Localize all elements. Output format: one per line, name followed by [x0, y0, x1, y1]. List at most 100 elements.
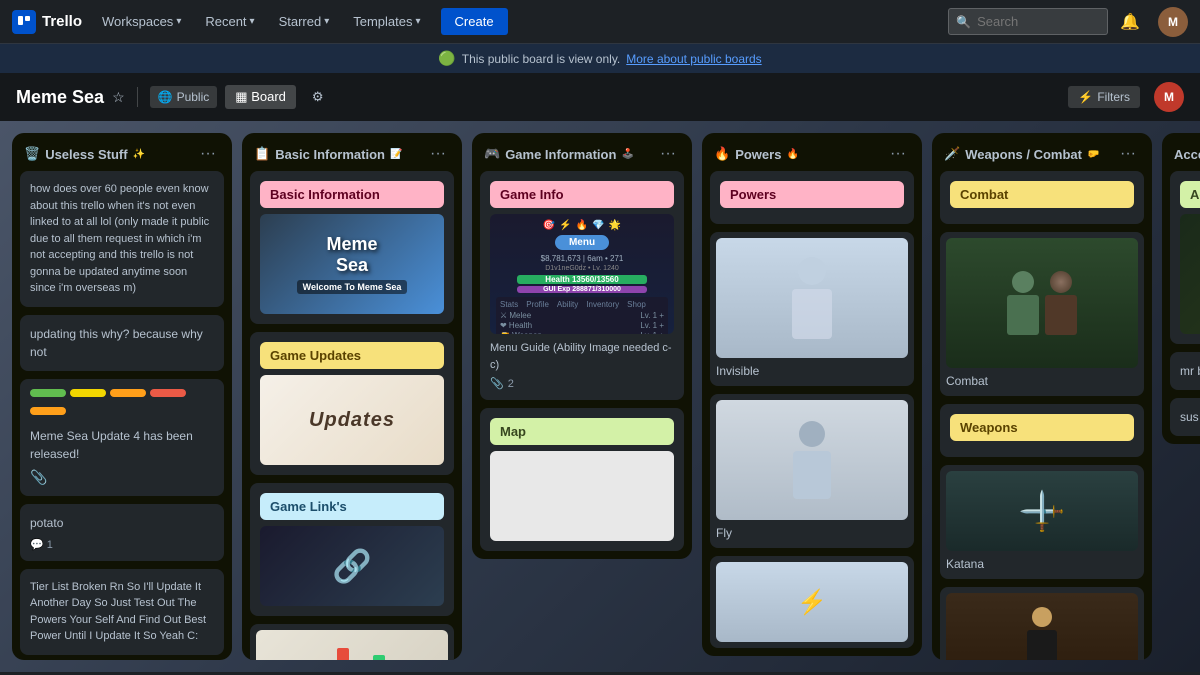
- public-boards-link[interactable]: More about public boards: [626, 52, 761, 66]
- card-game-updates[interactable]: Game Updates Updates: [250, 332, 454, 475]
- col-cards-weapons: Combat Combat: [932, 171, 1152, 660]
- col-cards-useless: how does over 60 people even know about …: [12, 171, 232, 660]
- card-accessories[interactable]: Accessories 👑 🎩: [1170, 171, 1200, 344]
- label-green: [30, 389, 66, 397]
- label-red: [150, 389, 186, 397]
- card-potato[interactable]: potato 💬 1: [20, 504, 224, 561]
- card-power3[interactable]: ⚡: [710, 556, 914, 648]
- board-title: Meme Sea: [16, 87, 104, 108]
- card-header-label: Powers: [720, 181, 904, 208]
- col-title-game: 🎮 Game Information 🕹️: [484, 146, 656, 162]
- card-basic-info[interactable]: Basic Information MemeSea Welcome To Mem…: [250, 171, 454, 324]
- col-header-weapons: 🗡️ Weapons / Combat 🤛 ···: [932, 133, 1152, 171]
- game-info-image: 🎯 ⚡ 🔥 💎 🌟 Menu $8,781,673 | 6am • 271 D1…: [490, 214, 674, 334]
- customize-button[interactable]: ⚙: [304, 85, 332, 109]
- col-header-game: 🎮 Game Information 🕹️ ···: [472, 133, 692, 171]
- sword-emoji: ⚔️: [1018, 487, 1066, 535]
- search-wrapper: 🔍: [948, 8, 1108, 35]
- controller-icon: 🎮: [484, 146, 500, 162]
- column-game-info: 🎮 Game Information 🕹️ ··· Game Info 🎯 ⚡ …: [472, 133, 692, 559]
- gui-bar: GUI Exp 288871/310000: [517, 286, 647, 293]
- label-yellow: [70, 389, 106, 397]
- chevron-down-icon: ▾: [250, 16, 255, 27]
- card-game-info[interactable]: Game Info 🎯 ⚡ 🔥 💎 🌟 Menu $8,781,673 | 6a…: [480, 171, 684, 400]
- health-bar: Health 13560/13560: [517, 275, 647, 284]
- search-input[interactable]: [948, 8, 1108, 35]
- notice-text: This public board is view only.: [462, 52, 621, 66]
- col-title-accessories: Accessories: [1174, 147, 1200, 162]
- column-useless-stuff: 🗑️ Useless Stuff ✨ ··· how does over 60 …: [12, 133, 232, 660]
- starred-button[interactable]: Starred ▾: [271, 10, 338, 33]
- card-tier-list[interactable]: Tier List Broken Rn So I'll Update It An…: [20, 569, 224, 655]
- card-long-text[interactable]: how does over 60 people even know about …: [20, 171, 224, 307]
- col-menu-button[interactable]: ···: [426, 143, 450, 165]
- card-updating[interactable]: updating this why? because why not: [20, 315, 224, 371]
- game-icon-2: ⚡: [559, 220, 571, 231]
- board-view-button[interactable]: ▦ Board: [225, 85, 296, 109]
- invisible-image: [716, 238, 908, 358]
- card-combat[interactable]: Combat: [940, 232, 1144, 396]
- col-menu-button[interactable]: ···: [886, 143, 910, 165]
- public-notice-bar: 🟢 This public board is view only. More a…: [0, 44, 1200, 73]
- card-weapons-header[interactable]: Weapons: [940, 404, 1144, 457]
- col-header-basic: 📋 Basic Information 📝 ···: [242, 133, 462, 171]
- col-menu-button[interactable]: ···: [196, 143, 220, 165]
- clipboard-icon: 📋: [254, 146, 270, 162]
- card-sus-pals[interactable]: sus pals (10%): [1170, 398, 1200, 436]
- recent-button[interactable]: Recent ▾: [197, 10, 262, 33]
- star-button[interactable]: ☆: [112, 89, 125, 106]
- column-weapons: 🗡️ Weapons / Combat 🤛 ··· Combat: [932, 133, 1152, 660]
- col-title-basic: 📋 Basic Information 📝: [254, 146, 426, 162]
- game-icon-5: 🌟: [609, 220, 621, 231]
- card-mr-beast[interactable]: mr beast (5%): [1170, 352, 1200, 390]
- col-cards-game: Game Info 🎯 ⚡ 🔥 💎 🌟 Menu $8,781,673 | 6a…: [472, 171, 692, 559]
- card-combat-header[interactable]: Combat: [940, 171, 1144, 224]
- col-title-weapons: 🗡️ Weapons / Combat 🤛: [944, 146, 1116, 162]
- fire-icon: 🔥: [714, 146, 730, 162]
- col-cards-accessories: Accessories 👑 🎩 mr beast (5%) sus pals (…: [1162, 171, 1200, 444]
- card-header-label: Basic Information: [260, 181, 444, 208]
- column-accessories: Accessories ··· Accessories 👑 🎩 mr beast…: [1162, 133, 1200, 444]
- card-header-label: Accessories: [1180, 181, 1200, 208]
- trello-wordmark: Trello: [42, 13, 82, 30]
- meme-sea-image: MemeSea Welcome To Meme Sea: [260, 214, 444, 314]
- create-button[interactable]: Create: [441, 8, 508, 35]
- workspaces-button[interactable]: Workspaces ▾: [94, 10, 189, 33]
- comment-count: 💬 1: [30, 538, 53, 551]
- card-fly[interactable]: Fly: [710, 394, 914, 548]
- col-menu-button[interactable]: ···: [1116, 143, 1140, 165]
- chevron-down-icon: ▾: [324, 16, 329, 27]
- card-game-links[interactable]: Game Link's 🔗: [250, 483, 454, 616]
- card-update4[interactable]: Meme Sea Update 4 has been released! 📎: [20, 379, 224, 496]
- controller2-icon: 🕹️: [621, 149, 633, 160]
- attachment-count: 2: [508, 378, 514, 390]
- col-cards-powers: Powers Invisible: [702, 171, 922, 656]
- filter-icon: ⚡: [1078, 90, 1093, 104]
- menu-pill: Menu: [555, 235, 609, 250]
- power3-image: ⚡: [716, 562, 908, 642]
- fire2-icon: 🔥: [786, 149, 798, 160]
- templates-button[interactable]: Templates ▾: [345, 10, 428, 33]
- card-powers-header[interactable]: Powers: [710, 171, 914, 224]
- visibility-button[interactable]: 🌐 Public: [150, 86, 218, 108]
- fist-icon: 🤛: [1087, 149, 1099, 160]
- card-invisible[interactable]: Invisible: [710, 232, 914, 386]
- card-hanger[interactable]: Hanger: [940, 587, 1144, 660]
- filters-button[interactable]: ⚡ Filters: [1068, 86, 1140, 108]
- card-katana[interactable]: ⚔️ Katana: [940, 465, 1144, 579]
- card-map-img[interactable]: [250, 624, 454, 660]
- chain-icon: 🔗: [332, 547, 372, 585]
- card-attachments: 📎 2: [490, 377, 674, 390]
- trash-icon: 🗑️: [24, 146, 40, 162]
- card-header-label: Game Updates: [260, 342, 444, 369]
- col-menu-button[interactable]: ···: [656, 143, 680, 165]
- board-header: Meme Sea ☆ 🌐 Public ▦ Board ⚙ ⚡ Filters …: [0, 73, 1200, 121]
- label-row: [30, 389, 214, 421]
- card-map[interactable]: Map: [480, 408, 684, 551]
- game-icon-3: 🔥: [576, 220, 588, 231]
- accessories-image: 👑 🎩: [1180, 214, 1200, 334]
- board-icon: ▦: [235, 89, 247, 104]
- notifications-button[interactable]: 🔔: [1116, 8, 1144, 36]
- label-orange: [110, 389, 146, 397]
- column-powers: 🔥 Powers 🔥 ··· Powers Invisible: [702, 133, 922, 656]
